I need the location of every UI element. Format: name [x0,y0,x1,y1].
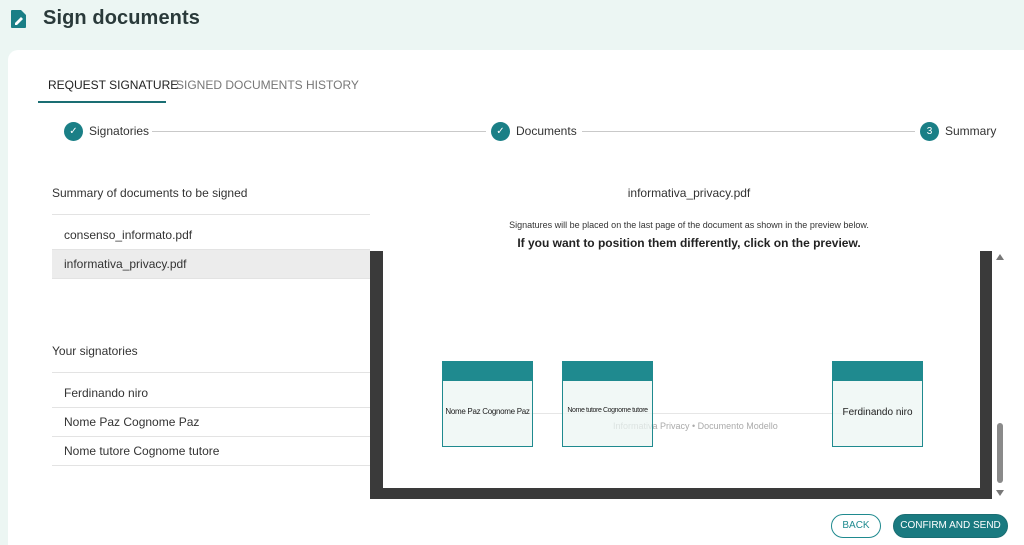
signatories-title: Your signatories [52,344,138,358]
tab-request-signature[interactable]: REQUEST SIGNATURE [48,78,178,92]
step-number: 3 [920,122,939,141]
scroll-up-arrow-icon[interactable] [996,254,1004,260]
step-label: Signatories [89,124,150,138]
scroll-down-arrow-icon[interactable] [996,490,1004,496]
signature-box[interactable]: Ferdinando niro [832,361,923,447]
preview-page[interactable]: Informativa Privacy • Documento Modello … [383,251,980,488]
signature-box-name: Ferdinando niro [842,407,913,418]
document-preview[interactable]: Informativa Privacy • Documento Modello … [370,251,992,499]
signature-box[interactable]: Nome tutore Cognome tutore [562,361,653,447]
signature-box[interactable]: Nome Paz Cognome Paz [442,361,533,447]
document-list-item[interactable]: consenso_informato.pdf [52,221,370,249]
documents-summary-title: Summary of documents to be signed [52,186,248,200]
signature-box-header [563,362,652,381]
preview-note-bold: If you want to position them differently… [517,236,861,250]
divider [52,278,370,279]
page-header: Sign documents [0,0,1024,50]
document-list-item-selected[interactable]: informativa_privacy.pdf [52,250,370,278]
back-button[interactable]: BACK [831,514,881,538]
signature-box-name: Nome tutore Cognome tutore [567,407,648,414]
step-label: Summary [945,124,997,138]
tab-signed-documents-history[interactable]: SIGNED DOCUMENTS HISTORY [176,78,359,92]
page-title: Sign documents [43,7,200,29]
preview-note: Signatures will be placed on the last pa… [509,220,869,230]
preview-filename: informativa_privacy.pdf [627,186,751,200]
scroll-thumb[interactable] [997,423,1003,483]
divider [52,372,370,373]
signature-box-name: Nome Paz Cognome Paz [445,407,530,416]
step-label: Documents [516,124,577,138]
divider [52,465,370,466]
signatory-list-item: Ferdinando niro [64,386,149,400]
check-icon: ✓ [64,122,83,141]
check-icon: ✓ [491,122,510,141]
signatory-list-item: Nome Paz Cognome Paz [64,415,200,429]
divider [52,214,370,215]
sign-document-icon [11,10,26,28]
active-tab-indicator [38,101,166,103]
stepper-connector [152,131,486,132]
preview-scrollbar[interactable] [993,251,1008,499]
signature-box-header [443,362,532,381]
signatory-list-item: Nome tutore Cognome tutore [64,444,220,458]
signature-box-header [833,362,922,381]
confirm-and-send-button[interactable]: CONFIRM AND SEND [893,514,1008,538]
stepper-connector [582,131,915,132]
